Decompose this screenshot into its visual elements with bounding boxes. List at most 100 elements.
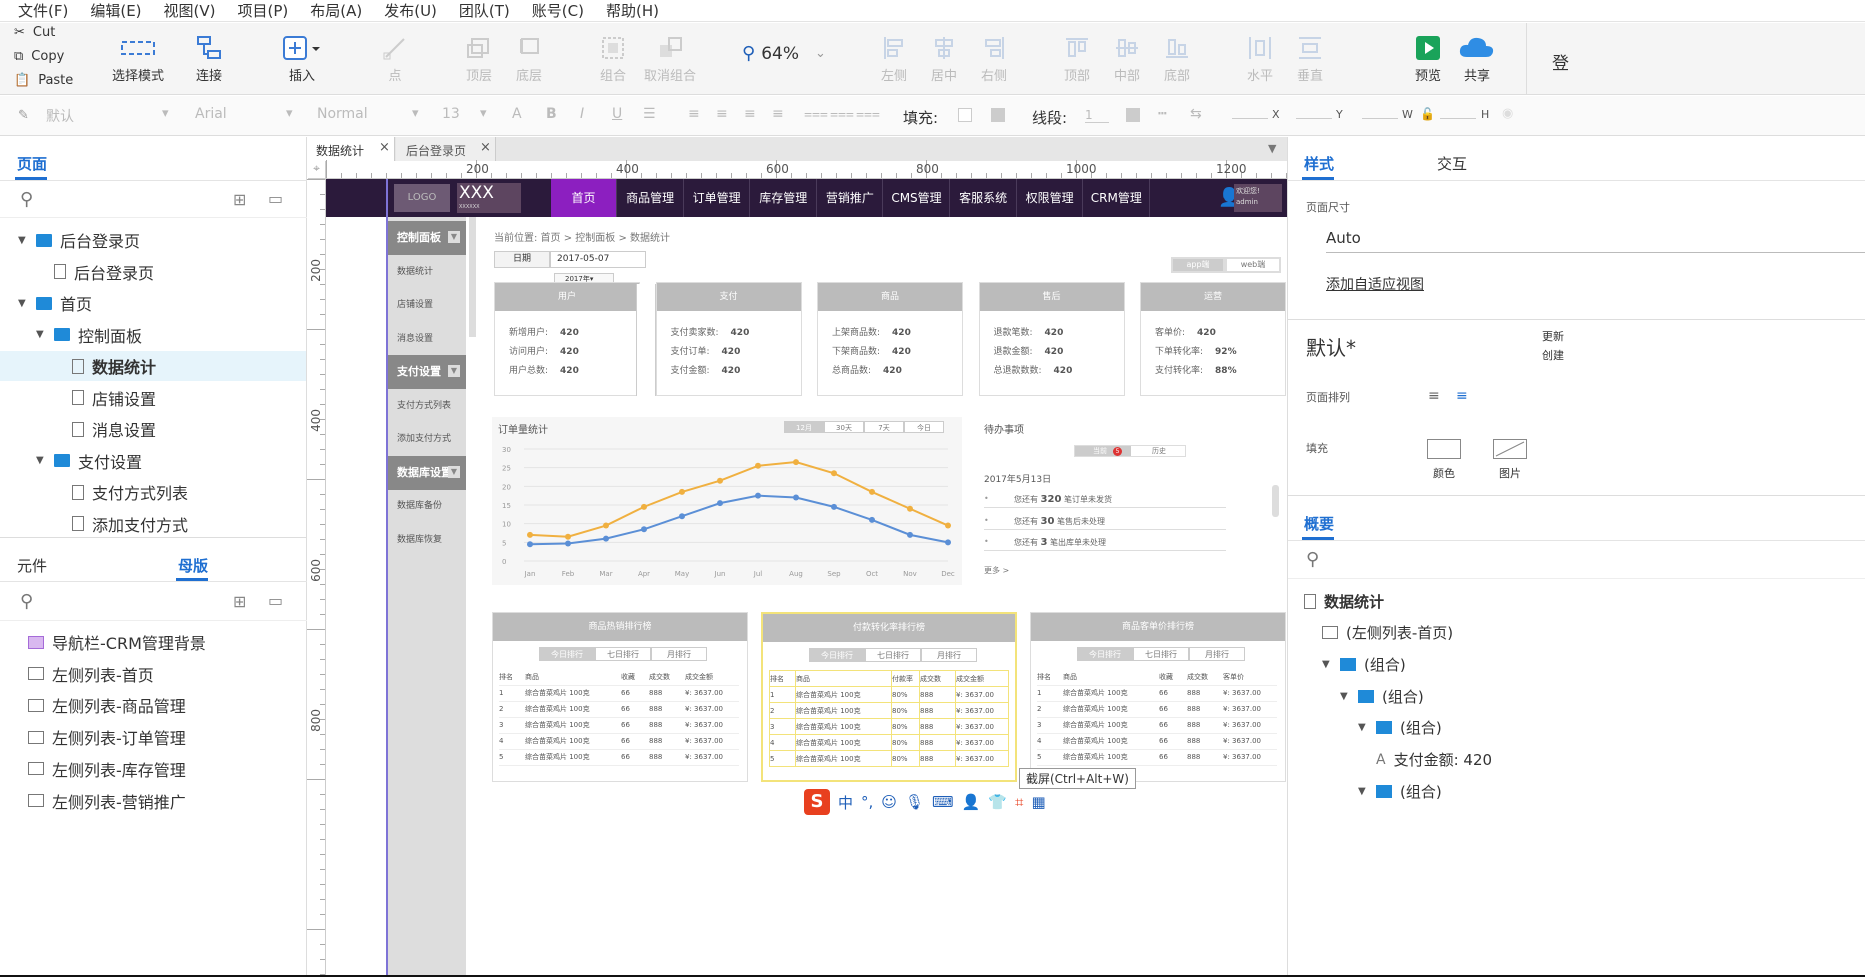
- tab-data-stats[interactable]: 数据统计 ×: [308, 137, 395, 161]
- valign-middle-icon[interactable]: ⩶: [830, 106, 854, 122]
- font-select[interactable]: Arial: [195, 106, 227, 122]
- todo-current-tab[interactable]: 当前: [1075, 446, 1131, 456]
- weight-select[interactable]: Normal: [317, 106, 368, 122]
- bullet-list-icon[interactable]: ☰: [643, 106, 656, 122]
- outline-item[interactable]: ▼ (组合): [1288, 713, 1442, 743]
- point-button[interactable]: 点: [363, 33, 427, 84]
- page-tree-item[interactable]: 数据统计: [0, 351, 306, 381]
- create-style-link[interactable]: 创建: [1542, 347, 1564, 363]
- date-input[interactable]: 2017-05-07: [550, 251, 646, 268]
- font-color-icon[interactable]: A: [512, 106, 522, 122]
- distribute-vertical-button[interactable]: 垂直: [1278, 33, 1342, 84]
- menu-item[interactable]: 账号(C): [532, 0, 584, 21]
- sidebar-menu-item[interactable]: 数据库恢复: [386, 523, 466, 557]
- sidebar-menu-item[interactable]: 支付方式列表: [386, 389, 466, 423]
- arrow-style-icon[interactable]: ⇆: [1190, 106, 1202, 122]
- calendar-popup-fragment[interactable]: [636, 284, 656, 396]
- close-icon[interactable]: ×: [379, 140, 390, 155]
- page-size-select[interactable]: Auto: [1326, 229, 1865, 253]
- style-select[interactable]: 默认: [46, 106, 74, 126]
- add-master-icon[interactable]: ⊞: [233, 592, 246, 611]
- sidebar-menu-item[interactable]: 店铺设置: [386, 288, 466, 322]
- rank-tab[interactable]: 七日排行: [1133, 647, 1189, 661]
- menu-item[interactable]: 布局(A): [310, 0, 362, 21]
- page-tree-item[interactable]: 店铺设置: [0, 383, 306, 413]
- login-button[interactable]: 登: [1552, 49, 1569, 74]
- page-tree-item[interactable]: 后台登录页: [0, 257, 306, 287]
- select-mode-button[interactable]: 选择模式: [106, 33, 170, 84]
- sidebar-menu-item[interactable]: 数据库设置 ▼: [386, 455, 466, 490]
- zoom-control[interactable]: ⚲ 64% ⌄: [742, 43, 826, 64]
- menu-item[interactable]: 项目(P): [238, 0, 289, 21]
- underline-icon[interactable]: U: [612, 106, 622, 122]
- outline-item[interactable]: ▼ (组合): [1288, 649, 1406, 679]
- rank-tab[interactable]: 今日排行: [1077, 647, 1133, 661]
- fill-color-button[interactable]: [1427, 439, 1461, 459]
- pages-tab[interactable]: 页面: [17, 153, 47, 174]
- add-page-icon[interactable]: ⊞: [233, 190, 246, 209]
- page-tree-item[interactable]: 消息设置: [0, 414, 306, 444]
- masters-tab[interactable]: 母版: [178, 555, 208, 576]
- outline-item[interactable]: 数据统计: [1288, 586, 1384, 616]
- order-filter-tab[interactable]: 30天: [824, 421, 864, 433]
- caret-down-icon[interactable]: ▼: [448, 231, 460, 243]
- add-adaptive-view-link[interactable]: 添加自适应视图: [1326, 274, 1424, 294]
- add-folder-icon[interactable]: ▭: [268, 189, 283, 208]
- interaction-tab[interactable]: 交互: [1437, 153, 1467, 174]
- caret-down-icon[interactable]: ▼: [1358, 786, 1368, 797]
- menu-item[interactable]: 编辑(E): [90, 0, 141, 21]
- line-color-swatch[interactable]: [1126, 108, 1140, 122]
- send-to-back-button[interactable]: 底层: [497, 33, 561, 84]
- todo-scrollbar[interactable]: [1272, 485, 1279, 517]
- align-page-left-icon[interactable]: ≡: [1428, 388, 1440, 404]
- table-row[interactable]: 3 综合苗菜鸡片 100克 66 888 ¥: 3637.00: [1037, 717, 1277, 734]
- align-text-center-icon[interactable]: ≡: [716, 106, 728, 122]
- style-name[interactable]: 默认*: [1306, 332, 1356, 361]
- master-item[interactable]: 左侧列表-首页: [28, 659, 154, 689]
- nav-item[interactable]: 商品管理: [618, 179, 684, 217]
- table-row[interactable]: 5 综合苗菜鸡片 100克 66 888 ¥: 3637.00: [1037, 749, 1277, 766]
- outline-item[interactable]: A 支付金额: 420: [1288, 745, 1492, 775]
- table-row[interactable]: 3 综合苗菜鸡片 100克 66 888 ¥: 3637.00: [499, 717, 739, 734]
- x-input[interactable]: [1232, 118, 1268, 119]
- nav-item[interactable]: 首页: [551, 179, 617, 217]
- design-page[interactable]: LOGO XXX XXXXXX 首页 商品管理 订单管理 库存管理 营销推广 CMS管理客…: [326, 179, 1287, 977]
- order-filter-tab[interactable]: 12月: [784, 421, 824, 433]
- shadow-swatch[interactable]: [991, 108, 1005, 122]
- tabs-menu-icon[interactable]: ▼: [1268, 142, 1276, 155]
- close-icon[interactable]: ×: [480, 140, 491, 155]
- insert-button[interactable]: 插入: [270, 33, 334, 84]
- sidebar-menu-item[interactable]: 数据统计: [386, 255, 466, 289]
- caret-down-icon[interactable]: ▼: [1358, 722, 1368, 733]
- fill-color-swatch[interactable]: [958, 108, 972, 122]
- nav-item[interactable]: 营销推广: [817, 179, 884, 217]
- table-row[interactable]: 2 综合苗菜鸡片 100克 80% 888 ¥: 3637.00: [769, 702, 1009, 719]
- search-icon[interactable]: ⚲: [20, 189, 33, 210]
- tab-login-page[interactable]: 后台登录页 ×: [396, 137, 496, 161]
- rank-tab[interactable]: 月排行: [1189, 647, 1245, 661]
- skin-icon[interactable]: 👕: [988, 793, 1007, 811]
- caret-down-icon[interactable]: ▼: [36, 455, 46, 466]
- sidebar-menu-item[interactable]: 消息设置: [386, 322, 466, 356]
- table-row[interactable]: 3 综合苗菜鸡片 100克 80% 888 ¥: 3637.00: [769, 718, 1009, 735]
- toolbox-icon[interactable]: ▦: [1031, 793, 1045, 811]
- master-item[interactable]: 左侧列表-库存管理: [28, 754, 186, 784]
- cut-button[interactable]: ✂ Cut: [14, 25, 55, 40]
- visibility-icon[interactable]: ◉: [1502, 106, 1513, 121]
- order-filter-tab[interactable]: 7天: [864, 421, 904, 433]
- nav-item[interactable]: 权限管理: [1017, 179, 1084, 217]
- menu-item[interactable]: 视图(V): [164, 0, 216, 21]
- page-tree-item[interactable]: 支付方式列表: [0, 477, 306, 507]
- master-item[interactable]: 左侧列表-商品管理: [28, 690, 186, 720]
- microphone-icon[interactable]: 🎙: [905, 793, 924, 811]
- master-item[interactable]: 左侧列表-订单管理: [28, 722, 186, 752]
- table-row[interactable]: 5 综合苗菜鸡片 100克 80% 888 ¥: 3637.00: [769, 750, 1009, 767]
- menu-item[interactable]: 文件(F): [18, 0, 68, 21]
- update-style-link[interactable]: 更新: [1542, 328, 1564, 344]
- todo-item[interactable]: • 您还有 3 笔出库单未处理: [984, 537, 1226, 551]
- platform-switch[interactable]: app端 web端: [1171, 257, 1281, 273]
- copy-button[interactable]: ⧉ Copy: [14, 49, 64, 64]
- caret-down-icon[interactable]: ▼: [448, 465, 460, 478]
- screenshot-icon[interactable]: ⌗: [1015, 793, 1023, 811]
- align-bottom-button[interactable]: 底部: [1145, 33, 1209, 84]
